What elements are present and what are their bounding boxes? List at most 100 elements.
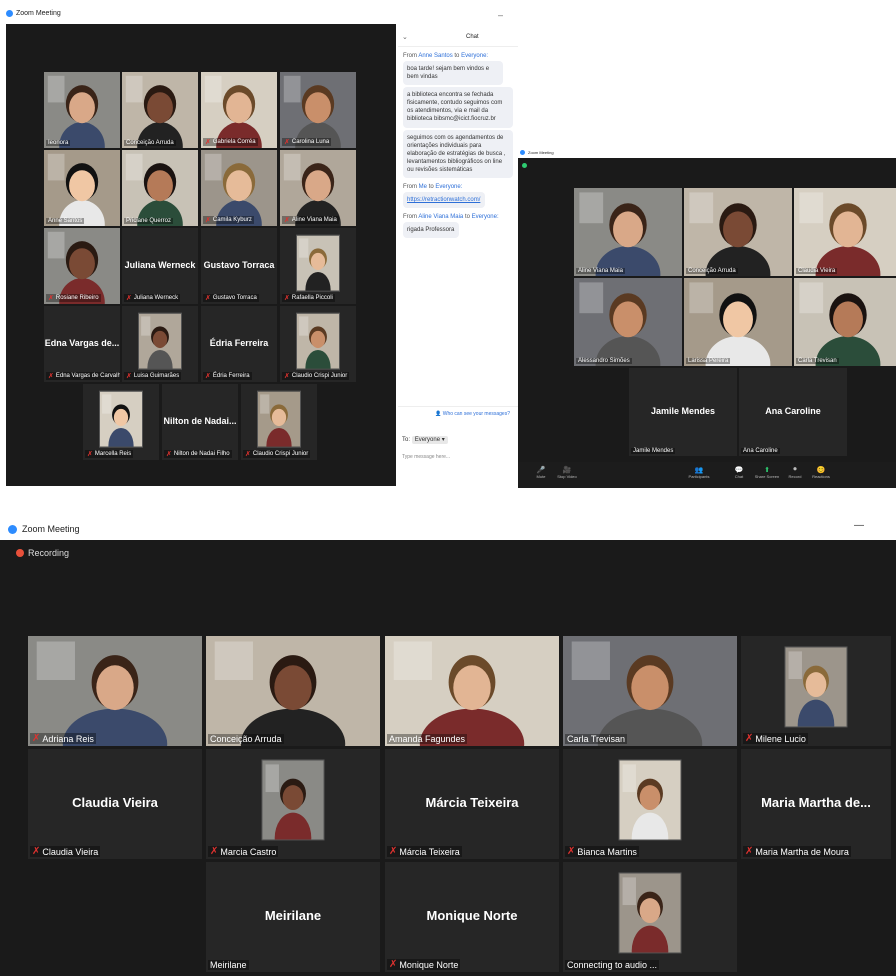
participant-tile[interactable]: Gustavo Torraca ✗ Gustavo Torraca [201, 228, 277, 304]
participant-avatar [99, 390, 143, 448]
participant-avatar [784, 646, 848, 728]
participant-tile[interactable]: ✗ Carolina Luna [280, 72, 356, 148]
muted-mic-icon: ✗ [284, 295, 290, 302]
shield-icon[interactable] [522, 163, 527, 168]
participant-tile[interactable]: Claudia Vieira ✗ Claudia Vieira [28, 749, 202, 859]
toolbar-icon: 😊 [816, 467, 826, 474]
participant-tile[interactable]: Meirilane Meirilane [206, 862, 380, 972]
reactions-button[interactable]: 😊 Reactions [808, 466, 834, 479]
participant-tile[interactable]: Édria Ferreira ✗ Édria Ferreira [201, 306, 277, 382]
who-can-see-link[interactable]: 👤 Who can see your messages? [398, 406, 518, 417]
participant-name-label: ✗ Claudia Vieira [30, 846, 101, 857]
participant-avatar [296, 234, 340, 292]
muted-mic-icon: ✗ [48, 373, 54, 380]
participant-tile[interactable]: Edna Vargas de... ✗ Edna Vargas de Carvalh… [44, 306, 120, 382]
participant-name-label: ✗ Maria Martha de Moura [743, 846, 851, 857]
participants-button[interactable]: 👥 Participants [686, 466, 712, 479]
participant-name-label: ✗ Juliana Werneck [124, 294, 181, 302]
participant-tile[interactable]: Aline Viana Maia [574, 188, 682, 276]
window3-minimize-button[interactable]: — [854, 520, 864, 531]
participant-tile[interactable]: ✗ Camila Kyburz [201, 150, 277, 226]
participant-tile[interactable]: Anne Santos [44, 150, 120, 226]
participant-tile[interactable]: ✗ Marcella Reis [83, 384, 159, 460]
chat-message: https://retractionwatch.com/ [403, 192, 485, 209]
participant-name-label: ✗ Luisa Guimarães [124, 372, 182, 380]
toolbar-icon: 🎥 [562, 467, 572, 474]
participant-tile[interactable]: ✗ Bianca Martins [563, 749, 737, 859]
muted-mic-icon: ✗ [87, 451, 93, 458]
chat-input[interactable]: Type message here... [402, 454, 512, 460]
stop-video-button[interactable]: 🎥 Stop Video [554, 466, 580, 479]
participant-tile[interactable]: ✗ Marcia Castro [206, 749, 380, 859]
participant-tile[interactable]: Claudia Vieira [794, 188, 896, 276]
participant-tile[interactable]: Monique Norte ✗ Monique Norte [385, 862, 559, 972]
chat-collapse-icon[interactable]: ⌄ [402, 33, 408, 41]
window1-minimize-button[interactable]: – [498, 10, 503, 20]
chat-message: seguimos com os agendamentos de orientaç… [403, 129, 513, 179]
participant-avatar [618, 872, 682, 954]
participant-tile[interactable]: Carla Trevisan [563, 636, 737, 746]
toolbar-icon: 🎤 [536, 467, 546, 474]
participant-tile[interactable]: Larissa Pereira [684, 278, 792, 366]
participant-name-label: Carla Trevisan [796, 358, 839, 364]
participant-name-label: Carla Trevisan [565, 734, 628, 744]
participant-display-name: Monique Norte [426, 908, 518, 923]
muted-mic-icon: ✗ [205, 295, 211, 302]
chat-title: Chat [466, 34, 479, 40]
participant-name-label: ✗ Gabriela Corréa [203, 138, 258, 146]
muted-mic-icon: ✗ [745, 733, 754, 744]
participant-tile[interactable]: Amanda Fagundes [385, 636, 559, 746]
toolbar-icon: 👥 [694, 467, 704, 474]
participant-name-label: ✗ Claudio Crispi Junior [282, 372, 350, 380]
window3-title: Zoom Meeting [22, 524, 80, 534]
participant-tile[interactable]: Nilton de Nadai... ✗ Nilton de Nadai Filho [162, 384, 238, 460]
participant-tile[interactable]: Ieonora [44, 72, 120, 148]
record-button[interactable]: ⏺ Record [782, 466, 808, 479]
participant-tile[interactable]: Ana Caroline Ana Caroline [739, 368, 847, 456]
participant-tile[interactable]: ✗ Claudio Crispi Junior [280, 306, 356, 382]
window1-title: Zoom Meeting [16, 10, 61, 17]
participant-tile[interactable]: ✗ Milene Lucio [741, 636, 891, 746]
participant-tile[interactable]: ✗ Gabriela Corréa [201, 72, 277, 148]
participant-tile[interactable]: Juliana Werneck ✗ Juliana Werneck [122, 228, 198, 304]
participant-tile[interactable]: Conceição Arruda [122, 72, 198, 148]
participant-avatar [138, 312, 182, 370]
participant-name-label: ✗ Édria Ferreira [203, 372, 252, 380]
participant-tile[interactable]: ✗ Luisa Guimarães [122, 306, 198, 382]
chat-recipient-dropdown[interactable]: Everyone ▾ [411, 436, 448, 444]
participant-tile[interactable]: Jamile Mendes Jamile Mendes [629, 368, 737, 456]
participant-tile[interactable]: ✗ Rosiane Ribeiro [44, 228, 120, 304]
muted-mic-icon: ✗ [389, 846, 398, 857]
window2-titlebar: Zoom Meeting [520, 150, 554, 155]
chat-link[interactable]: https://retractionwatch.com/ [407, 197, 480, 203]
person-icon: 👤 [435, 411, 442, 417]
participant-name-label: ✗ Carolina Luna [282, 138, 332, 146]
participant-tile[interactable]: Conceição Arruda [684, 188, 792, 276]
window2-title: Zoom Meeting [528, 150, 554, 155]
participant-display-name: Nilton de Nadai... [163, 416, 237, 426]
mute-button[interactable]: 🎤 Mute [528, 466, 554, 479]
chat-button[interactable]: 💬 Chat [726, 466, 752, 479]
participant-tile[interactable]: Márcia Teixeira ✗ Márcia Teixeira [385, 749, 559, 859]
participant-tile[interactable]: Carla Trevisan [794, 278, 896, 366]
share-screen-button[interactable]: ⬆ Share Screen [754, 466, 780, 479]
participant-tile[interactable]: Alessandro Simões [574, 278, 682, 366]
participant-tile[interactable]: ✗ Adriana Reis [28, 636, 202, 746]
participant-tile[interactable]: Maria Martha de... ✗ Maria Martha de Moura [741, 749, 891, 859]
participant-tile[interactable]: ✗ Rafaella Piccoli [280, 228, 356, 304]
participant-name-label: Conceição Arruda [124, 140, 176, 146]
muted-mic-icon: ✗ [745, 846, 754, 857]
participant-tile[interactable]: ✗ Aline Viana Maia [280, 150, 356, 226]
participant-display-name: Claudia Vieira [72, 795, 158, 810]
chat-from-line: From Anne Santos to Everyone: [403, 53, 489, 59]
participant-tile[interactable]: Conceição Arruda [206, 636, 380, 746]
zoom-logo-icon [8, 524, 17, 534]
participant-display-name: Edna Vargas de... [44, 338, 120, 348]
muted-mic-icon: ✗ [32, 733, 41, 744]
participant-tile[interactable]: Priciane Querroz [122, 150, 198, 226]
participant-tile[interactable]: Connecting to audio ... [563, 862, 737, 972]
participant-name-label: ✗ Monique Norte [387, 959, 461, 970]
recording-indicator: Recording [16, 548, 69, 558]
chat-recipient-row: To: Everyone ▾ [402, 436, 448, 444]
participant-tile[interactable]: ✗ Claudio Crispi Junior [241, 384, 317, 460]
